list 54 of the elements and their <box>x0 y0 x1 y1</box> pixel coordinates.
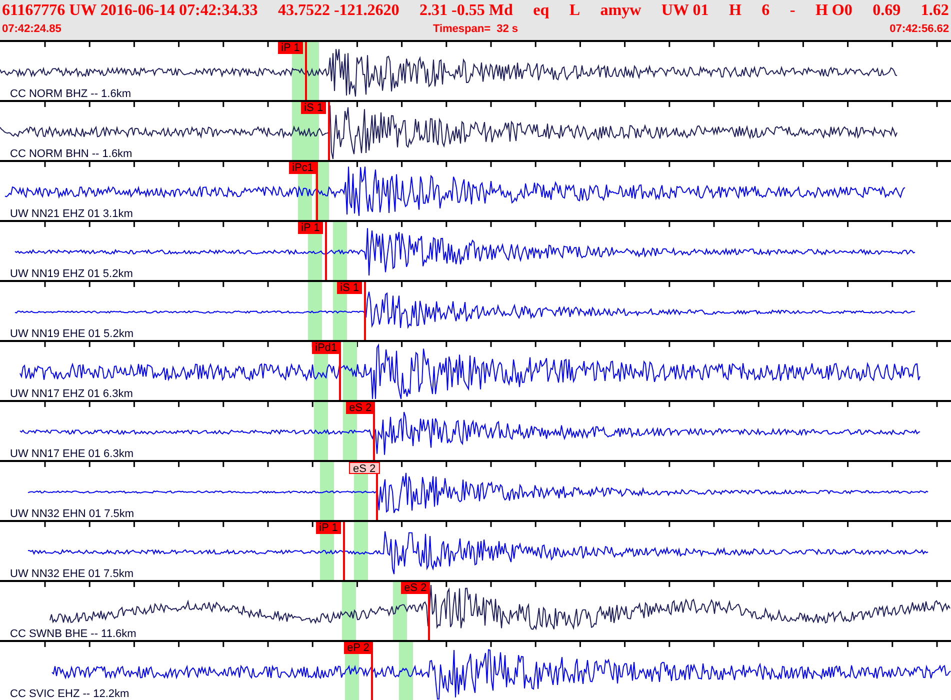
time-window-band <box>314 402 328 460</box>
pick-flag[interactable]: iP 1 <box>278 42 303 54</box>
event-info: H O0 <box>815 1 852 21</box>
event-info: 6 <box>762 1 770 21</box>
pick-line <box>339 342 341 400</box>
timespan-label: Timespan= 32 s <box>432 22 518 36</box>
time-window-band <box>320 462 334 520</box>
end-time: 07:42:56.62 <box>890 22 949 36</box>
time-window-band <box>342 582 356 640</box>
event-info: 43.7522 -121.2620 <box>278 1 400 21</box>
pick-line <box>371 642 373 700</box>
pick-line <box>328 102 330 160</box>
event-info: - <box>790 1 796 21</box>
station-label: CC SVIC EHZ -- 12.2km <box>10 688 130 700</box>
event-info: eq <box>533 1 550 21</box>
station-label: CC NORM BHN -- 1.6km <box>10 148 132 160</box>
start-time: 07:42:24.85 <box>2 22 62 36</box>
pick-line <box>325 222 327 280</box>
pick-line <box>343 522 345 580</box>
pick-flag[interactable]: eS 2 <box>349 462 380 474</box>
time-window-band <box>333 222 347 280</box>
event-info: L <box>569 1 580 21</box>
time-window-band <box>399 642 413 700</box>
station-label: CC SWNB BHE -- 11.6km <box>10 628 136 640</box>
station-label: UW NN17 EHE 01 6.3km <box>10 448 134 460</box>
pick-line <box>305 42 307 100</box>
station-label: CC NORM BHZ -- 1.6km <box>10 88 131 100</box>
station-label: UW NN32 EHE 01 7.5km <box>10 568 134 580</box>
pick-flag[interactable]: iPd1 <box>312 342 340 354</box>
station-label: UW NN21 EHZ 01 3.1km <box>10 208 133 220</box>
station-label: UW NN19 EHE 01 5.2km <box>10 328 134 340</box>
pick-line <box>316 162 318 220</box>
pick-flag[interactable]: eS 2 <box>346 402 375 414</box>
event-info: H <box>728 1 742 21</box>
pick-flag[interactable]: iPc1 <box>289 162 316 174</box>
event-info: 61167776 UW 2016-06-14 07:42:34.33 <box>2 1 258 21</box>
time-window-band <box>354 522 368 580</box>
event-info: amyw <box>600 1 642 21</box>
station-label: UW NN19 EHZ 01 5.2km <box>10 268 133 280</box>
pick-flag[interactable]: iP 1 <box>298 222 323 234</box>
time-window-band <box>343 342 357 400</box>
pick-flag[interactable]: iS 1 <box>337 282 362 294</box>
pick-flag[interactable]: iP 1 <box>316 522 341 534</box>
station-label: UW NN17 EHZ 01 6.3km <box>10 388 133 400</box>
time-window-band <box>308 282 322 340</box>
pick-flag[interactable]: iS 1 <box>301 102 326 114</box>
event-info: UW 01 <box>661 1 709 21</box>
pick-line <box>364 282 366 340</box>
event-info: 1.62 <box>920 1 949 21</box>
event-info: 0.69 <box>872 1 901 21</box>
pick-flag[interactable]: eS 2 <box>401 582 430 594</box>
pick-flag[interactable]: eP 2 <box>344 642 372 654</box>
station-label: UW NN32 EHN 01 7.5km <box>10 508 134 520</box>
event-info: 2.31 -0.55 Md <box>420 1 513 21</box>
